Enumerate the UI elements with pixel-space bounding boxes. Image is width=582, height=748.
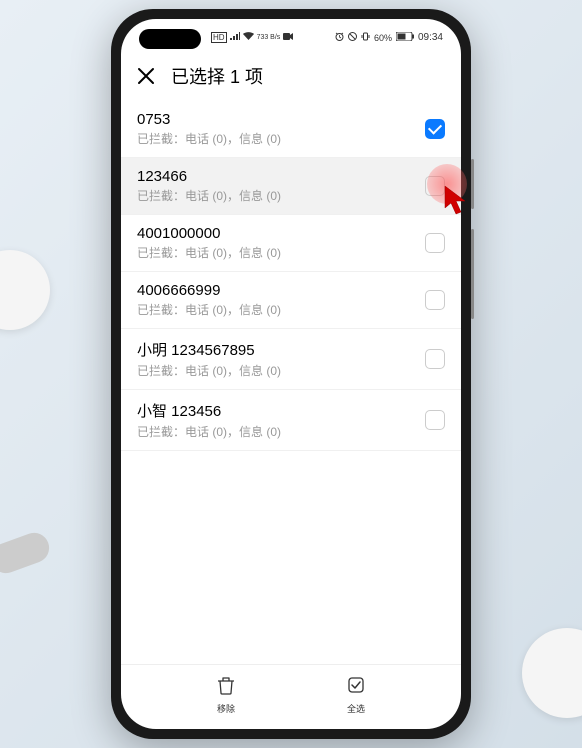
do-not-disturb-icon — [348, 32, 357, 44]
checkbox[interactable] — [425, 410, 445, 430]
checkbox[interactable] — [425, 233, 445, 253]
wifi-icon — [243, 32, 254, 43]
list-item[interactable]: 0753 已拦截：电话 (0)，信息 (0) — [121, 101, 461, 158]
clock-time: 09:34 — [418, 32, 443, 43]
list-item-title: 4001000000 — [137, 225, 425, 242]
video-call-icon — [283, 32, 293, 43]
list-item-subtitle: 已拦截：电话 (0)，信息 (0) — [137, 423, 425, 440]
battery-icon — [396, 32, 414, 44]
selection-header: 已选择 1 项 — [121, 51, 461, 101]
list-item-content: 4006666999 已拦截：电话 (0)，信息 (0) — [137, 282, 425, 318]
list-item-subtitle: 已拦截：电话 (0)，信息 (0) — [137, 362, 425, 379]
list-item-content: 123466 已拦截：电话 (0)，信息 (0) — [137, 168, 425, 204]
list-item-subtitle: 已拦截：电话 (0)，信息 (0) — [137, 130, 425, 147]
select-all-label: 全选 — [347, 702, 365, 715]
network-type-icon: HD — [211, 32, 227, 43]
phone-physical-button — [471, 159, 474, 209]
phone-screen: HD 733 B/s — [121, 19, 461, 729]
phone-physical-button — [471, 229, 474, 319]
status-left: HD 733 B/s — [211, 32, 293, 43]
list-item-subtitle: 已拦截：电话 (0)，信息 (0) — [137, 301, 425, 318]
list-item-content: 0753 已拦截：电话 (0)，信息 (0) — [137, 111, 425, 147]
list-item-subtitle: 已拦截：电话 (0)，信息 (0) — [137, 187, 425, 204]
select-all-icon — [346, 675, 366, 700]
remove-button[interactable]: 移除 — [216, 675, 236, 715]
trash-icon — [216, 675, 236, 700]
vibrate-icon — [361, 32, 370, 44]
list-item-title: 123466 — [137, 168, 425, 185]
remove-label: 移除 — [217, 702, 235, 715]
list-item-content: 小明 1234567895 已拦截：电话 (0)，信息 (0) — [137, 339, 425, 379]
bottom-action-bar: 移除 全选 — [121, 664, 461, 729]
alarm-icon — [335, 32, 344, 44]
battery-percent: 60% — [374, 33, 392, 43]
signal-strength-icon — [230, 32, 240, 43]
list-item-title: 小明 1234567895 — [137, 339, 425, 360]
background-decoration — [522, 628, 582, 718]
page-title: 已选择 1 项 — [171, 63, 263, 89]
background-decoration — [0, 529, 53, 578]
list-item[interactable]: 4006666999 已拦截：电话 (0)，信息 (0) — [121, 272, 461, 329]
list-item[interactable]: 4001000000 已拦截：电话 (0)，信息 (0) — [121, 215, 461, 272]
list-item-title: 0753 — [137, 111, 425, 128]
checkbox[interactable] — [425, 176, 445, 196]
list-item-title: 4006666999 — [137, 282, 425, 299]
blocked-list[interactable]: 0753 已拦截：电话 (0)，信息 (0) 123466 已拦截：电话 (0)，信息… — [121, 101, 461, 664]
checkbox[interactable] — [425, 349, 445, 369]
network-speed: 733 B/s — [257, 34, 281, 41]
list-item-content: 4001000000 已拦截：电话 (0)，信息 (0) — [137, 225, 425, 261]
checkbox[interactable] — [425, 290, 445, 310]
background-decoration — [0, 250, 50, 330]
list-item[interactable]: 小明 1234567895 已拦截：电话 (0)，信息 (0) — [121, 329, 461, 390]
status-right: 60% 09:34 — [335, 32, 443, 44]
close-icon[interactable] — [137, 67, 155, 85]
list-item[interactable]: 小智 123456 已拦截：电话 (0)，信息 (0) — [121, 390, 461, 451]
list-item-content: 小智 123456 已拦截：电话 (0)，信息 (0) — [137, 400, 425, 440]
checkbox[interactable] — [425, 119, 445, 139]
camera-notch — [139, 29, 201, 49]
list-item-title: 小智 123456 — [137, 400, 425, 421]
list-item[interactable]: 123466 已拦截：电话 (0)，信息 (0) — [121, 158, 461, 215]
phone-frame: HD 733 B/s — [111, 9, 471, 739]
list-item-subtitle: 已拦截：电话 (0)，信息 (0) — [137, 244, 425, 261]
select-all-button[interactable]: 全选 — [346, 675, 366, 715]
